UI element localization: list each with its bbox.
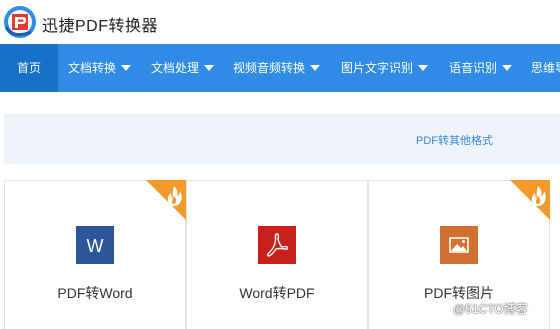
chevron-down-icon <box>418 65 429 71</box>
tool-card-title: Word转PDF <box>239 285 315 301</box>
tool-card-pdf-to-word[interactable]: W PDF转Word <box>4 180 186 329</box>
nav-item-doc-convert[interactable]: 文档转换 <box>68 44 132 92</box>
hot-flame-icon <box>146 180 186 220</box>
nav-item-label: 文档处理 <box>151 61 200 75</box>
image-icon <box>440 226 478 264</box>
nav-item-home[interactable]: 首页 <box>0 44 58 92</box>
nav-item-mindmap[interactable]: 思维导 <box>531 44 560 92</box>
app-logo-icon[interactable] <box>3 5 37 39</box>
hot-flame-icon <box>510 180 550 220</box>
nav-item-av-convert[interactable]: 视频音频转换 <box>233 44 321 92</box>
nav-item-doc-process[interactable]: 文档处理 <box>151 44 215 92</box>
nav-item-label: 视频音频转换 <box>233 61 306 75</box>
main-nav: 首页 文档转换 文档处理 视频音频转换 图片文字识别 语音识别 思维导 <box>0 44 560 92</box>
app-header: 迅捷PDF转换器 <box>0 0 560 44</box>
nav-item-speech[interactable]: 语音识别 <box>449 44 513 92</box>
chevron-down-icon <box>204 65 215 71</box>
chevron-down-icon <box>502 65 513 71</box>
brand-name[interactable]: 迅捷PDF转换器 <box>42 12 158 36</box>
nav-item-ocr[interactable]: 图片文字识别 <box>341 44 429 92</box>
watermark-text: @51CTO博客 <box>453 302 528 316</box>
category-tab-bar: PDF转其他格式 <box>4 114 560 164</box>
nav-item-label: 图片文字识别 <box>341 61 414 75</box>
nav-item-label: 语音识别 <box>449 61 498 75</box>
svg-text:W: W <box>87 236 104 256</box>
chevron-down-icon <box>310 65 321 71</box>
pdf-icon <box>258 226 296 264</box>
tool-card-word-to-pdf[interactable]: Word转PDF <box>186 180 368 329</box>
nav-item-label: 首页 <box>16 61 41 75</box>
tab-pdf-to-other[interactable]: PDF转其他格式 <box>416 132 493 148</box>
chevron-down-icon <box>121 65 132 71</box>
tool-card-title: PDF转Word <box>57 285 133 301</box>
nav-item-label: 思维导 <box>531 61 560 75</box>
nav-item-label: 文档转换 <box>68 61 117 75</box>
word-icon: W <box>76 226 114 264</box>
